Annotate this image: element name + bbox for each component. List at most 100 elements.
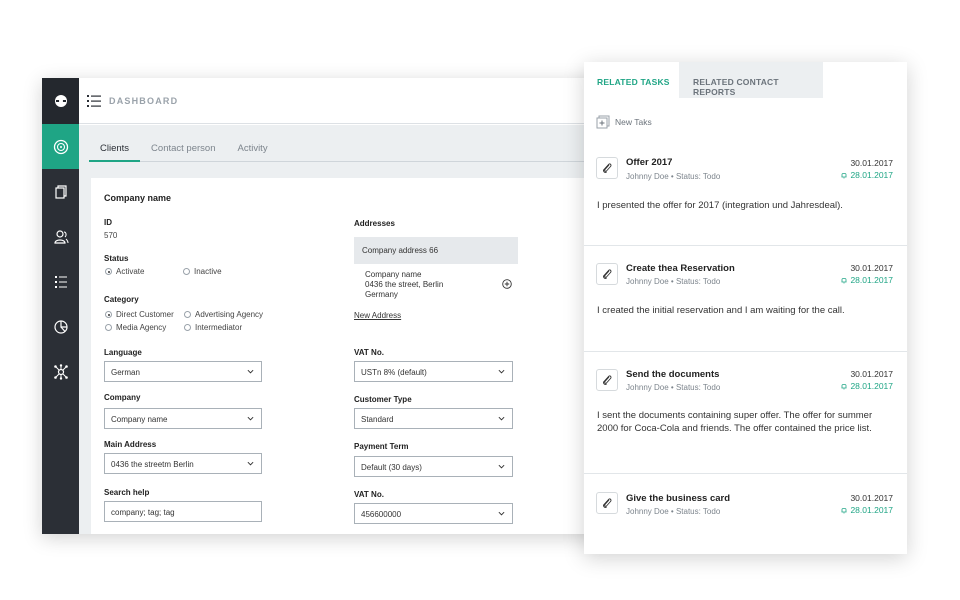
list-icon: [54, 275, 67, 288]
task-body: I presented the offer for 2017 (integrat…: [597, 200, 843, 211]
task-due-date: 28.01.2017: [850, 505, 893, 515]
task-card[interactable]: Offer 2017 Johnny Doe • Status: Todo 30.…: [584, 146, 907, 246]
task-title: Give the business card: [626, 493, 731, 504]
payment-term-select[interactable]: Default (30 days): [354, 456, 513, 477]
address-block: Company name 0436 the street, Berlin Ger…: [365, 270, 443, 300]
task-body: I created the initial reservation and I …: [597, 305, 845, 316]
company-select[interactable]: Company name: [104, 408, 262, 429]
search-help-label: Search help: [104, 488, 150, 497]
palette-icon: [53, 139, 68, 154]
radio-label: Media Agency: [116, 323, 167, 332]
vat-select-2[interactable]: 456600000: [354, 503, 513, 524]
category-radio-intermediator[interactable]: Intermediator: [184, 323, 242, 332]
related-tabs: RELATED TASKS RELATED CONTACT REPORTS: [584, 62, 907, 98]
task-meta: Johnny Doe • Status: Todo: [626, 172, 721, 181]
address-line: 0436 the street, Berlin: [365, 280, 444, 289]
add-circle-icon[interactable]: [502, 279, 512, 289]
task-due: 28.01.2017: [840, 505, 893, 515]
radio-label: Inactive: [194, 267, 222, 276]
add-box-icon: [596, 115, 610, 129]
addresses-label: Addresses: [354, 219, 395, 228]
page-title: DASHBOARD: [109, 95, 179, 106]
company-form: Company name ID 570 Status Activate Inac…: [91, 178, 612, 534]
status-radio-inactive[interactable]: Inactive: [183, 267, 222, 276]
task-date: 30.01.2017: [850, 493, 893, 503]
bell-icon: [841, 172, 847, 179]
card-title: Company name: [104, 193, 172, 203]
tab-spacer: [823, 62, 907, 98]
address-card-header[interactable]: Company address 66: [354, 237, 518, 264]
category-radio-media-agency[interactable]: Media Agency: [105, 323, 166, 332]
chevron-down-icon: [498, 511, 505, 516]
payment-term-label: Payment Term: [354, 442, 409, 451]
radio-icon: [184, 311, 191, 318]
radio-selected-icon: [105, 268, 112, 275]
task-card[interactable]: Send the documents Johnny Doe • Status: …: [584, 352, 907, 474]
task-card[interactable]: Create thea Reservation Johnny Doe • Sta…: [584, 246, 907, 352]
customer-type-label: Customer Type: [354, 395, 412, 404]
task-card[interactable]: Give the business card Johnny Doe • Stat…: [584, 474, 907, 554]
radio-label: Direct Customer: [116, 310, 174, 319]
select-value: Company name: [111, 415, 168, 424]
sidebar-item-list[interactable]: [42, 259, 79, 304]
main-address-select[interactable]: 0436 the streetm Berlin: [104, 453, 262, 474]
documents-icon: [54, 184, 67, 199]
tab-activity[interactable]: Activity: [226, 137, 278, 162]
vat-label: VAT No.: [354, 348, 384, 357]
vat-select[interactable]: USTn 8% (default): [354, 361, 513, 382]
tab-clients[interactable]: Clients: [89, 137, 141, 162]
radio-icon: [105, 324, 112, 331]
task-meta: Johnny Doe • Status: Todo: [626, 277, 721, 286]
tab-contact-person[interactable]: Contact person: [140, 137, 226, 162]
vat-label-2: VAT No.: [354, 490, 384, 499]
select-value: 0436 the streetm Berlin: [111, 460, 194, 469]
task-due: 28.01.2017: [840, 275, 893, 285]
status-radio-activate[interactable]: Activate: [105, 267, 144, 276]
radio-label: Advertising Agency: [195, 310, 264, 319]
task-due-date: 28.01.2017: [850, 381, 893, 391]
category-radio-advertising-agency[interactable]: Advertising Agency: [184, 310, 263, 319]
task-body: I sent the documents containing super of…: [597, 410, 873, 434]
sidebar-item-network[interactable]: [42, 349, 79, 394]
task-date: 30.01.2017: [850, 369, 893, 379]
users-icon: [53, 229, 68, 244]
new-address-link[interactable]: New Address: [354, 311, 401, 320]
network-icon: [53, 363, 68, 380]
new-task-button[interactable]: New Taks: [596, 115, 652, 129]
bell-icon: [841, 383, 847, 390]
logo-icon: [54, 95, 67, 107]
input-value: company; tag; tag: [111, 508, 175, 517]
task-meta: Johnny Doe • Status: Todo: [626, 383, 721, 392]
category-label: Category: [104, 295, 139, 304]
task-due: 28.01.2017: [840, 381, 893, 391]
attachment-icon: [596, 369, 618, 391]
tab-related-tasks[interactable]: RELATED TASKS: [584, 62, 679, 98]
chevron-down-icon: [247, 369, 254, 374]
select-value: 456600000: [361, 510, 402, 519]
sidebar-item-documents[interactable]: [42, 169, 79, 214]
id-label: ID: [104, 218, 112, 227]
chevron-down-icon: [247, 461, 254, 466]
customer-type-select[interactable]: Standard: [354, 408, 513, 429]
company-label: Company: [104, 393, 141, 402]
category-radio-direct-customer[interactable]: Direct Customer: [105, 310, 174, 319]
sidebar-item-users[interactable]: [42, 214, 79, 259]
sidebar-item-palette[interactable]: [42, 124, 79, 169]
chevron-down-icon: [247, 416, 254, 421]
task-due: 28.01.2017: [840, 170, 893, 180]
radio-selected-icon: [105, 311, 112, 318]
language-select[interactable]: German: [104, 361, 262, 382]
address-line: Germany: [365, 290, 398, 299]
main-content: Clients Contact person Activity Company …: [79, 125, 612, 534]
tab-related-contact-reports[interactable]: RELATED CONTACT REPORTS: [679, 62, 823, 98]
menu-icon[interactable]: [87, 94, 101, 107]
search-help-input[interactable]: company; tag; tag: [104, 501, 262, 522]
logo[interactable]: [42, 78, 79, 124]
select-value: USTn 8% (default): [361, 368, 427, 377]
language-label: Language: [104, 348, 142, 357]
status-label: Status: [104, 254, 129, 263]
sidebar-item-reports[interactable]: [42, 304, 79, 349]
task-title: Offer 2017: [626, 157, 673, 168]
task-meta: Johnny Doe • Status: Todo: [626, 507, 721, 516]
task-title: Create thea Reservation: [626, 263, 735, 274]
